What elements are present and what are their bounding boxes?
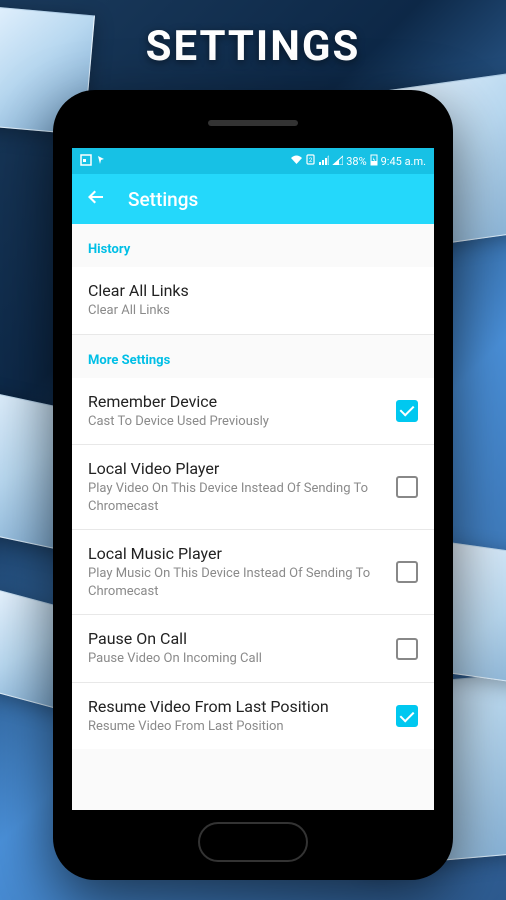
setting-desc: Clear All Links	[88, 302, 406, 320]
setting-resume-video[interactable]: Resume Video From Last Position Resume V…	[72, 683, 434, 750]
setting-local-video[interactable]: Local Video Player Play Video On This De…	[72, 445, 434, 530]
setting-title: Pause On Call	[88, 629, 384, 648]
setting-title: Local Video Player	[88, 459, 384, 478]
signal-2-icon	[332, 155, 343, 168]
phone-frame: 2 38% 9:45 a.m. Settings	[53, 90, 453, 880]
app-bar: Settings	[72, 174, 434, 224]
setting-local-music[interactable]: Local Music Player Play Music On This De…	[72, 530, 434, 615]
settings-content: History Clear All Links Clear All Links …	[72, 224, 434, 810]
setting-desc: Cast To Device Used Previously	[88, 413, 384, 431]
battery-charging-icon	[370, 154, 378, 169]
setting-title: Local Music Player	[88, 544, 384, 563]
phone-screen: 2 38% 9:45 a.m. Settings	[72, 148, 434, 810]
page-title: SETTINGS	[0, 0, 506, 71]
status-bar: 2 38% 9:45 a.m.	[72, 148, 434, 174]
setting-title: Clear All Links	[88, 281, 406, 300]
setting-title: Remember Device	[88, 392, 384, 411]
battery-percent: 38%	[346, 155, 366, 168]
checkbox-remember-device[interactable]	[396, 400, 418, 422]
sim-icon: 2	[306, 154, 315, 168]
status-right: 2 38% 9:45 a.m.	[290, 154, 426, 169]
screenshot-icon	[80, 154, 92, 169]
app-bar-title: Settings	[128, 188, 198, 211]
signal-icon	[318, 155, 329, 168]
setting-clear-links[interactable]: Clear All Links Clear All Links	[72, 267, 434, 335]
phone-speaker	[208, 120, 298, 126]
checkbox-local-music[interactable]	[396, 561, 418, 583]
svg-text:2: 2	[309, 157, 313, 164]
wifi-icon	[290, 155, 303, 168]
location-icon	[96, 154, 106, 169]
phone-home-button	[198, 822, 308, 862]
setting-desc: Play Music On This Device Instead Of Sen…	[88, 565, 384, 600]
setting-desc: Pause Video On Incoming Call	[88, 650, 384, 668]
section-header-more: More Settings	[72, 335, 434, 378]
setting-pause-call[interactable]: Pause On Call Pause Video On Incoming Ca…	[72, 615, 434, 683]
section-header-history: History	[72, 224, 434, 267]
back-arrow-icon[interactable]	[86, 187, 106, 212]
checkbox-pause-call[interactable]	[396, 638, 418, 660]
setting-desc: Resume Video From Last Position	[88, 718, 384, 736]
status-time: 9:45 a.m.	[381, 155, 426, 168]
setting-desc: Play Video On This Device Instead Of Sen…	[88, 480, 384, 515]
checkbox-local-video[interactable]	[396, 476, 418, 498]
checkbox-resume-video[interactable]	[396, 705, 418, 727]
setting-title: Resume Video From Last Position	[88, 697, 384, 716]
setting-remember-device[interactable]: Remember Device Cast To Device Used Prev…	[72, 378, 434, 446]
status-left	[80, 154, 106, 169]
